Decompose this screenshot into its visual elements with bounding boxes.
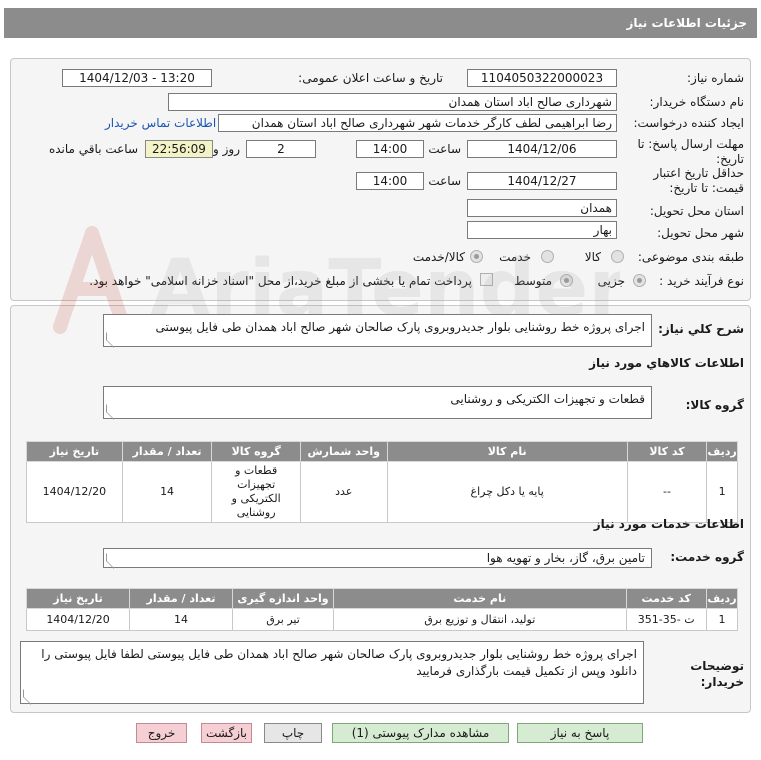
province-field: همدان [467, 199, 617, 217]
validity-time-label: ساعت [428, 174, 461, 188]
goods-header-name: نام کالا [386, 441, 628, 462]
category-service-label: خدمت [499, 250, 531, 264]
reply-deadline-label: مهلت ارسال پاسخ: تا تاریخ: [637, 137, 744, 166]
city-label: شهر محل تحویل: [657, 226, 744, 240]
goods-group-field: قطعات و تجهیزات الکتریکی و روشنایی [103, 386, 652, 419]
need-summary-label: شرح كلي نياز: [658, 322, 744, 336]
services-header-unit: واحد اندازه گیری [232, 588, 334, 609]
view-attachments-button[interactable]: مشاهده مدارک پیوستی (1) [332, 723, 509, 743]
buyer-notes-field: اجرای پروژه خط روشنایی بلوار جدیدروبروی … [20, 641, 644, 704]
purchase-medium-radio[interactable] [560, 274, 573, 287]
requester-field: رضا ابراهیمی لطف کارگر خدمات شهر شهرداری… [218, 114, 617, 132]
category-goods-radio[interactable] [611, 250, 624, 263]
goods-header-quantity: تعداد / مقدار [121, 441, 213, 462]
table-row: 1 ت -35-351 تولید، انتقال و توزیع برق تی… [25, 608, 739, 631]
goods-cell-quantity: 14 [121, 461, 213, 523]
goods-header-row-number: ردیف [706, 441, 738, 462]
services-header-name: نام خدمت [332, 588, 627, 609]
purchase-partial-radio[interactable] [633, 274, 646, 287]
treasury-note: پرداخت تمام یا بخشی از مبلغ خرید،از محل … [89, 274, 472, 288]
category-goods-service-label: كالا/خدمت [412, 250, 465, 264]
services-header-code: کد خدمت [625, 588, 707, 609]
remaining-label: ساعت باقي مانده [48, 142, 138, 156]
announce-datetime-label: تاریخ و ساعت اعلان عمومی: [298, 71, 443, 85]
print-button[interactable]: چاپ [264, 723, 322, 743]
services-cell-name: تولید، انتقال و توزیع برق [332, 608, 627, 631]
goods-cell-code: -- [626, 461, 708, 523]
reply-time-label: ساعت [428, 142, 461, 156]
reply-time-field: 14:00 [356, 140, 424, 158]
back-button[interactable]: بازگشت [201, 723, 252, 743]
purchase-partial-label: جزیی [597, 274, 625, 288]
reply-date-field: 1404/12/06 [467, 140, 617, 158]
goods-cell-unit: عدد [299, 461, 388, 523]
requester-label: ایجاد کننده درخواست: [633, 116, 744, 130]
goods-cell-row-number: 1 [706, 461, 738, 523]
need-summary-field: اجرای پروژه خط روشنایی بلوار جدیدروبروی … [103, 314, 652, 347]
need-number-field: 1104050322000023 [467, 69, 617, 87]
services-cell-quantity: 14 [129, 608, 234, 631]
treasury-checkbox[interactable] [480, 273, 493, 286]
services-cell-need-date: 1404/12/20 [25, 608, 131, 631]
need-number-label: شماره نیاز: [687, 71, 744, 85]
exit-button[interactable]: خروج [136, 723, 187, 743]
goods-group-label: گروه كالا: [685, 398, 744, 412]
service-group-label: گروه خدمت: [670, 550, 744, 564]
services-cell-row-number: 1 [705, 608, 739, 631]
goods-table: ردیف کد کالا نام کالا واحد شمارش گروه کا… [26, 441, 738, 523]
buyer-notes-label: توضیحات خریدار: [690, 659, 744, 689]
table-row: 1 -- پایه یا دکل چراغ عدد قطعات و تجهیزا… [26, 461, 738, 523]
services-header-need-date: تاریخ نیاز [25, 588, 131, 609]
goods-header-group: گروه کالا [211, 441, 301, 462]
goods-cell-group: قطعات و تجهیزات الکتریکی و روشنایی [211, 461, 301, 523]
reply-button[interactable]: پاسخ به نیاز [517, 723, 643, 743]
category-label: طبقه بندی موضوعی: [637, 250, 744, 264]
buyer-org-label: نام دستگاه خریدار: [649, 95, 745, 109]
service-group-field: تامین برق، گاز، بخار و تهویه هوا [103, 548, 652, 568]
goods-header-code: کد کالا [626, 441, 708, 462]
remaining-time-field: 22:56:09 [145, 140, 213, 158]
services-header-quantity: تعداد / مقدار [129, 588, 234, 609]
goods-cell-need-date: 1404/12/20 [26, 461, 123, 523]
goods-info-heading: اطلاعات كالاهاي مورد نياز [589, 356, 744, 370]
price-validity-label: حداقل تاریخ اعتبار قیمت: تا تاریخ: [653, 166, 744, 195]
goods-cell-name: پایه یا دکل چراغ [386, 461, 628, 523]
page-header: جزئیات اطلاعات نیاز [4, 8, 757, 38]
validity-date-field: 1404/12/27 [467, 172, 617, 190]
days-and-label: روز و [213, 142, 240, 156]
services-header-row-number: ردیف [705, 588, 739, 609]
buyer-org-field: شهرداری صالح اباد استان همدان [168, 93, 617, 111]
purchase-medium-label: متوسط [514, 274, 552, 288]
services-info-heading: اطلاعات خدمات مورد نياز [593, 517, 744, 531]
category-goods-label: كالا [584, 250, 601, 264]
goods-header-need-date: تاریخ نیاز [26, 441, 123, 462]
validity-time-field: 14:00 [356, 172, 424, 190]
category-goods-service-radio[interactable] [470, 250, 483, 263]
province-label: استان محل تحویل: [649, 204, 744, 218]
services-cell-unit: تیر برق [232, 608, 334, 631]
announce-datetime-field: 1404/12/03 - 13:20 [62, 69, 212, 87]
city-field: بهار [467, 221, 617, 239]
category-service-radio[interactable] [541, 250, 554, 263]
purchase-type-label: نوع فرآیند خرید : [659, 274, 744, 288]
services-cell-code: ت -35-351 [625, 608, 707, 631]
goods-header-unit: واحد شمارش [299, 441, 388, 462]
buyer-contact-link[interactable]: اطلاعات تماس خریدار [105, 116, 216, 130]
reply-days-field: 2 [246, 140, 316, 158]
services-table: ردیف کد خدمت نام خدمت واحد اندازه گیری ت… [25, 588, 739, 631]
